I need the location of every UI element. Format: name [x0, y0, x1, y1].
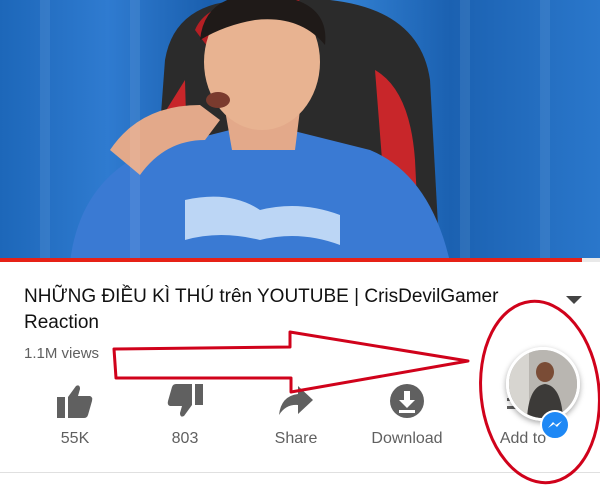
annotation-arrow — [112, 330, 470, 394]
annotation-overlay — [112, 299, 600, 485]
annotation-ellipse — [479, 299, 600, 485]
